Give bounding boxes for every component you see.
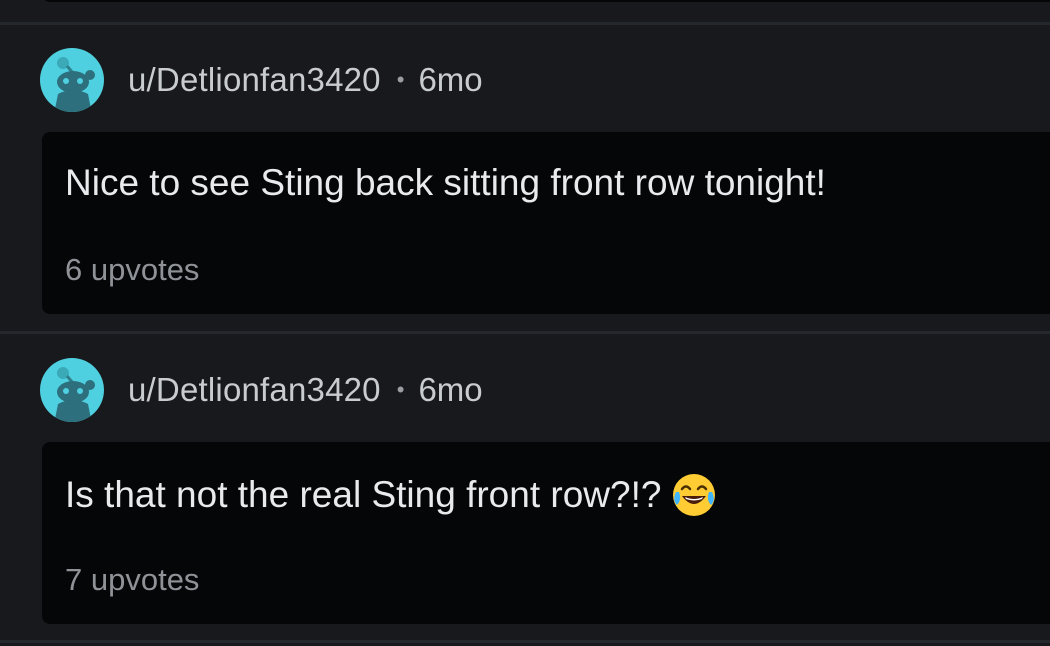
separator-dot: • — [396, 67, 405, 92]
previous-comment-card — [42, 0, 1050, 2]
user-avatar-icon[interactable] — [40, 48, 104, 112]
comment-header: u/Detlionfan3420 • 6mo — [40, 358, 483, 422]
comment-age: 6mo — [418, 61, 483, 98]
comment-age: 6mo — [418, 371, 483, 408]
comment-divider — [0, 22, 1050, 25]
username-link[interactable]: u/Detlionfan3420 — [128, 61, 381, 99]
username-link[interactable]: u/Detlionfan3420 — [128, 371, 381, 409]
comment-divider — [0, 331, 1050, 334]
user-avatar-icon[interactable] — [40, 358, 104, 422]
comment-text-content: Nice to see Sting back sitting front row… — [65, 162, 826, 203]
upvote-count: 7 upvotes — [65, 562, 200, 597]
comment-text: Nice to see Sting back sitting front row… — [65, 162, 826, 204]
comment-text: Is that not the real Sting front row?!? — [65, 472, 717, 518]
comment-header: u/Detlionfan3420 • 6mo — [40, 48, 483, 112]
comment-divider — [0, 640, 1050, 643]
separator-dot: • — [396, 377, 405, 402]
comment-body[interactable]: Is that not the real Sting front row?!? … — [42, 442, 1050, 624]
comment-body[interactable]: Nice to see Sting back sitting front row… — [42, 132, 1050, 314]
upvote-count: 6 upvotes — [65, 252, 200, 287]
comment-text-content: Is that not the real Sting front row?!? — [65, 474, 662, 515]
face-with-tears-of-joy-icon — [671, 472, 717, 518]
